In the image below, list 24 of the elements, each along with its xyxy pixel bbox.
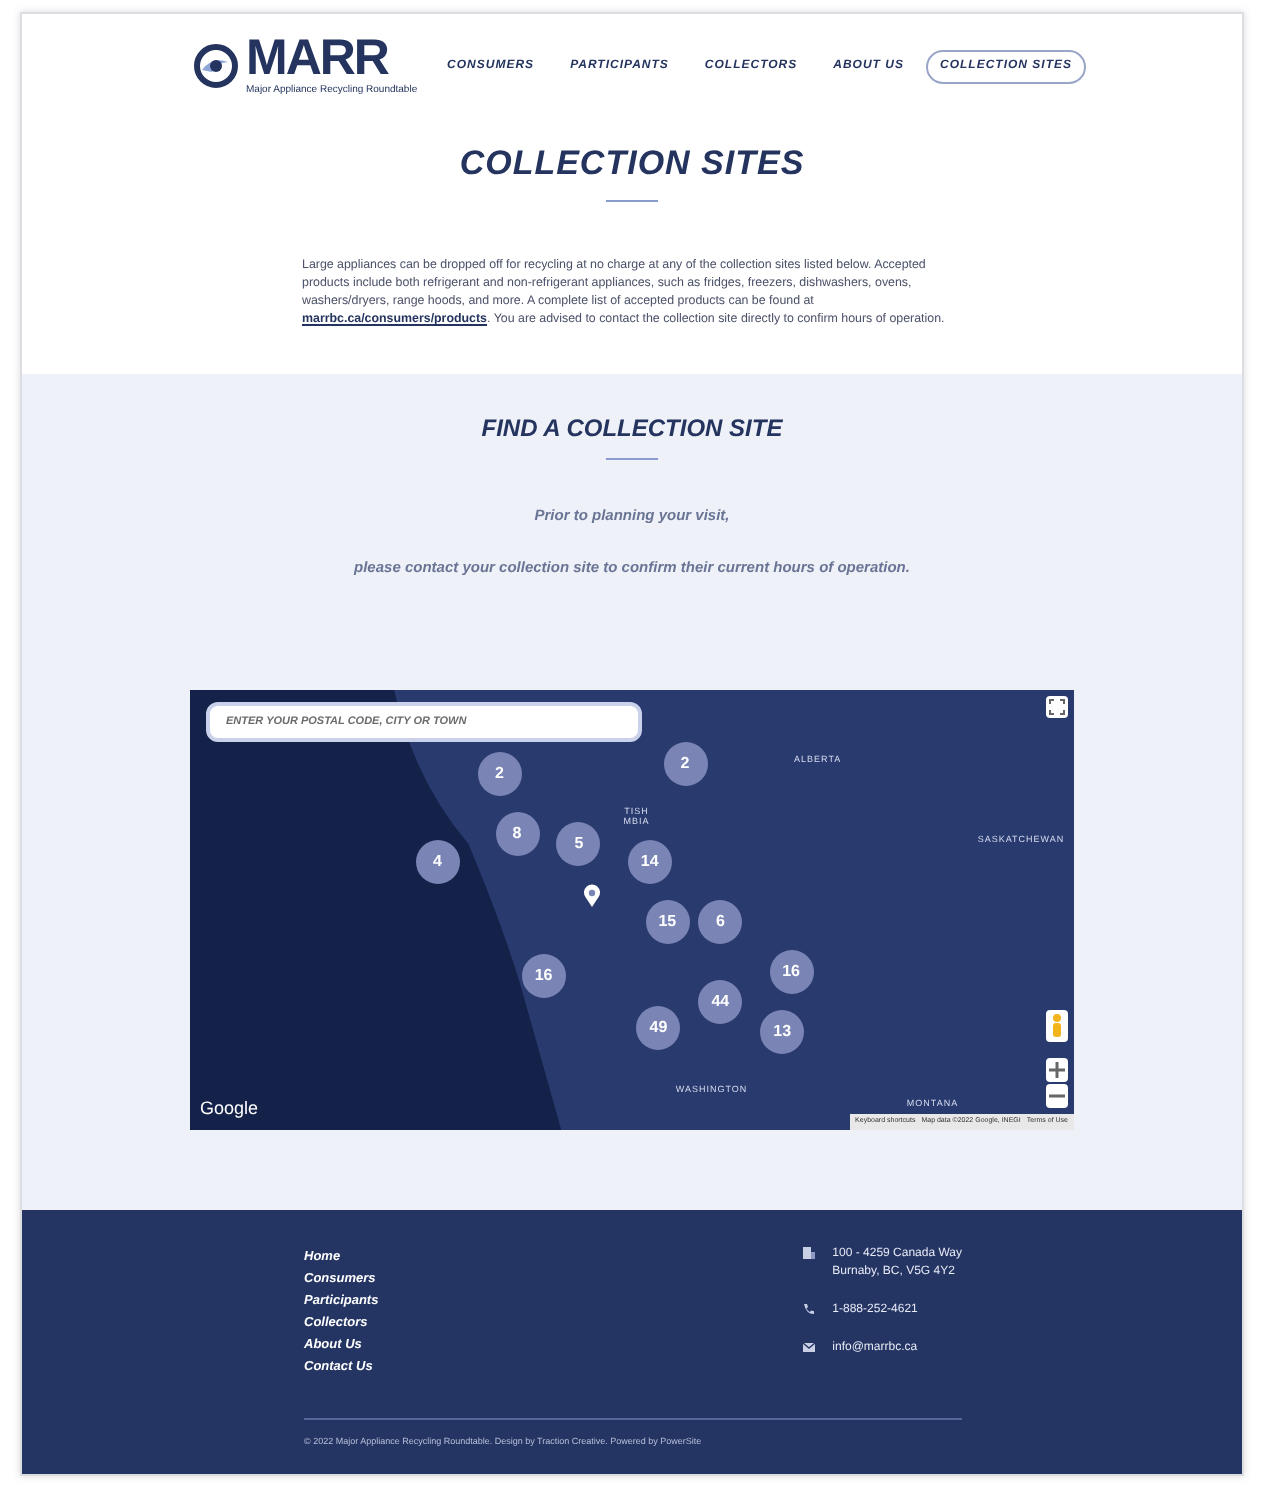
cluster-marker[interactable]: 14 (627, 839, 672, 884)
zoom-out-icon[interactable] (1046, 1083, 1068, 1108)
cluster-marker[interactable]: 44 (698, 979, 743, 1024)
zoom-in-icon[interactable] (1046, 1057, 1068, 1082)
map-brand-logo: Google (200, 1096, 259, 1123)
page-title: COLLECTION SITES (457, 143, 807, 184)
logo-swirl-icon (194, 44, 238, 89)
cluster-marker[interactable]: 6 (698, 900, 743, 945)
fullscreen-icon[interactable] (1046, 695, 1068, 718)
cluster-marker[interactable]: 13 (760, 1010, 805, 1055)
logo-wordmark: MARR (246, 34, 389, 84)
map-pin-icon[interactable] (583, 883, 602, 908)
cluster-marker[interactable]: 8 (495, 812, 540, 857)
cluster-marker[interactable]: 16 (769, 949, 814, 994)
cluster-marker[interactable]: 2 (663, 742, 708, 787)
cluster-marker[interactable]: 15 (645, 900, 690, 945)
building-icon (802, 1245, 817, 1260)
cluster-marker[interactable]: 49 (636, 1006, 681, 1051)
cluster-marker[interactable]: 2 (477, 751, 522, 796)
cluster-marker[interactable]: 5 (556, 821, 601, 866)
envelope-icon (802, 1339, 817, 1354)
phone-icon (802, 1301, 817, 1316)
cluster-marker[interactable]: 16 (521, 953, 566, 998)
section-title: FIND A COLLECTION SITE (479, 413, 785, 443)
